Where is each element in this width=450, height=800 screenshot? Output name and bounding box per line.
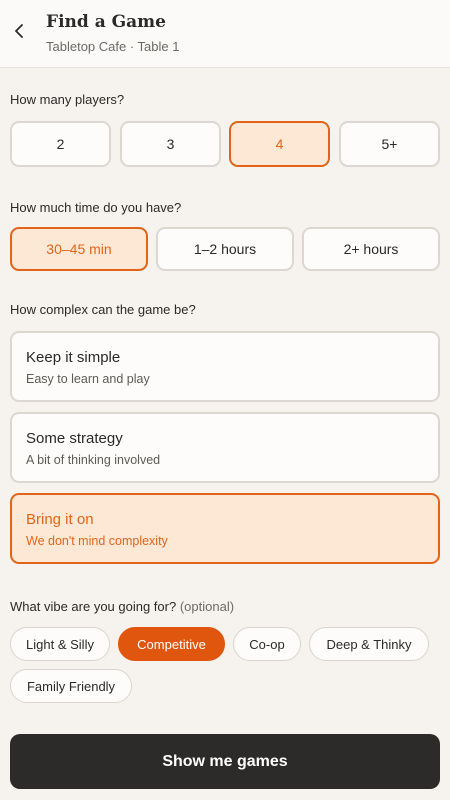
- time-question: How much time do you have?: [10, 200, 182, 215]
- vibe-question-text: What vibe are you going for?: [10, 599, 177, 614]
- page-title: Find a Game: [46, 12, 166, 32]
- time-option-2plus[interactable]: 2+ hours: [302, 227, 440, 271]
- players-option-2[interactable]: 2: [10, 121, 111, 167]
- option-title: Keep it simple: [26, 349, 121, 366]
- back-button[interactable]: [8, 20, 30, 46]
- vibe-option-family-friendly[interactable]: Family Friendly: [10, 669, 132, 703]
- vibe-option-competitive[interactable]: Competitive: [118, 627, 225, 661]
- players-option-4[interactable]: 4: [229, 121, 330, 167]
- page-subtitle: Tabletop Cafe · Table 1: [46, 39, 180, 54]
- time-option-30-45[interactable]: 30–45 min: [10, 227, 148, 271]
- complexity-option-simple[interactable]: Keep it simple Easy to learn and play: [10, 331, 440, 402]
- complexity-option-bring-it-on[interactable]: Bring it on We don't mind complexity: [10, 493, 440, 564]
- app-header: Find a Game Tabletop Cafe · Table 1: [0, 0, 450, 68]
- vibe-question: What vibe are you going for? (optional): [10, 599, 234, 614]
- players-option-3[interactable]: 3: [120, 121, 221, 167]
- option-description: Easy to learn and play: [26, 372, 150, 386]
- option-title: Bring it on: [26, 511, 94, 528]
- option-description: A bit of thinking involved: [26, 453, 161, 467]
- players-question: How many players?: [10, 92, 125, 107]
- option-title: Some strategy: [26, 430, 123, 447]
- show-games-button[interactable]: Show me games: [10, 734, 440, 789]
- vibe-option-co-op[interactable]: Co-op: [233, 627, 301, 661]
- vibe-option-deep-thinky[interactable]: Deep & Thinky: [309, 627, 429, 661]
- complexity-option-strategy[interactable]: Some strategy A bit of thinking involved: [10, 412, 440, 483]
- option-description: We don't mind complexity: [26, 534, 168, 548]
- time-option-1-2h[interactable]: 1–2 hours: [156, 227, 294, 271]
- complexity-question: How complex can the game be?: [10, 302, 196, 317]
- chevron-left-icon: [13, 23, 25, 44]
- optional-label: (optional): [179, 599, 235, 614]
- players-option-5plus[interactable]: 5+: [339, 121, 440, 167]
- vibe-option-light-silly[interactable]: Light & Silly: [10, 627, 110, 661]
